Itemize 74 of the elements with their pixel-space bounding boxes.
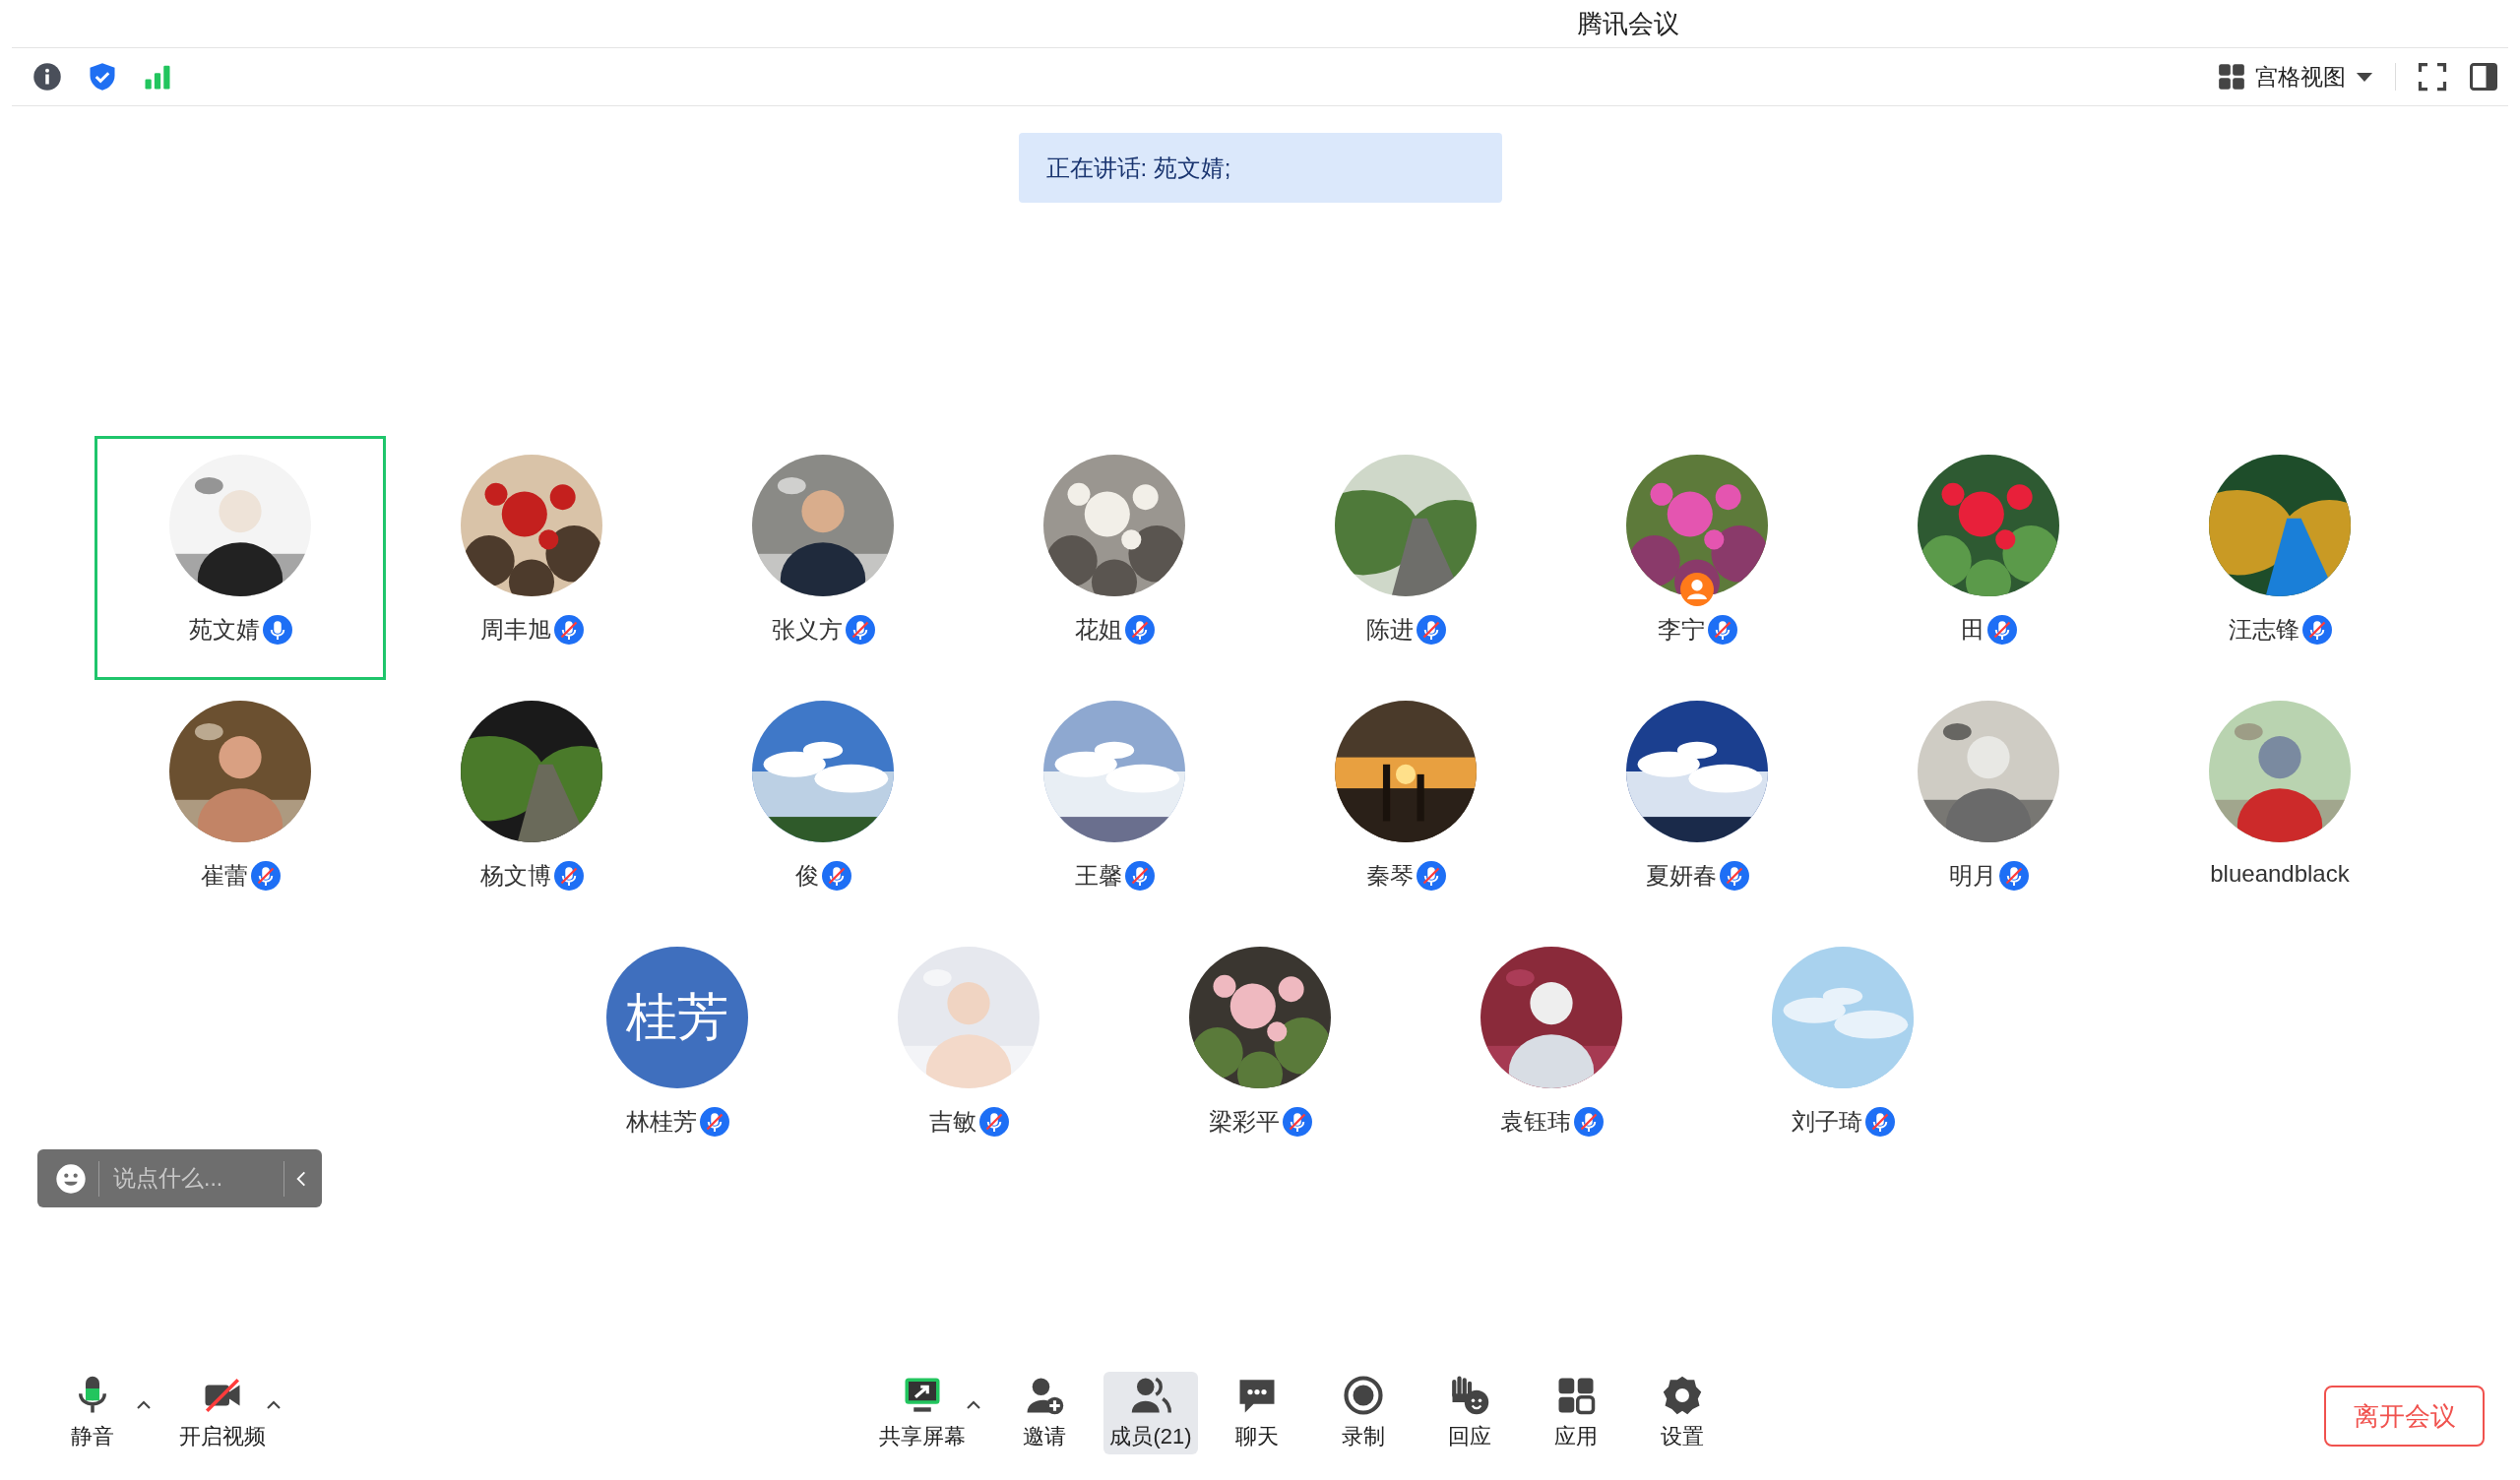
participant-tile[interactable]: 秦琴 bbox=[1260, 682, 1551, 926]
participant-name: 周丰旭 bbox=[479, 615, 551, 645]
speaking-banner: 正在讲话: 苑文婧; bbox=[1018, 133, 1502, 203]
participant-name: 林桂芳 bbox=[625, 1107, 697, 1137]
participant-tile[interactable]: 俊 bbox=[677, 682, 969, 926]
participant-name: 花姐 bbox=[1074, 615, 1122, 645]
participant-tile[interactable]: 汪志锋 bbox=[2134, 436, 2426, 680]
participant-tile[interactable]: 陈进 bbox=[1260, 436, 1551, 680]
toolbar-button[interactable]: 应用 bbox=[1529, 1372, 1623, 1454]
collapse-icon[interactable] bbox=[296, 1169, 306, 1188]
participant-tile[interactable]: 杨文博 bbox=[386, 682, 677, 926]
toolbar-button[interactable]: 录制 bbox=[1316, 1372, 1411, 1454]
participant-tile[interactable]: 苑文婧 bbox=[94, 436, 386, 680]
participant-tile[interactable]: blueandblack bbox=[2134, 682, 2426, 926]
toolbar-button[interactable]: 回应 bbox=[1422, 1372, 1517, 1454]
chat-bar[interactable]: 说点什么... bbox=[37, 1149, 322, 1207]
emoji-icon[interactable] bbox=[55, 1162, 87, 1195]
info-icon[interactable] bbox=[32, 62, 62, 92]
participant-name: 刘子琦 bbox=[1791, 1107, 1862, 1137]
participant-tile[interactable]: 张义方 bbox=[677, 436, 969, 680]
participant-name: 袁钰玮 bbox=[1499, 1107, 1571, 1137]
participant-name: 李宁 bbox=[1657, 615, 1705, 645]
participant-tile[interactable]: 田 bbox=[1843, 436, 2134, 680]
participant-name: 杨文博 bbox=[479, 861, 551, 891]
participant-tile[interactable]: 王馨 bbox=[969, 682, 1260, 926]
caret-icon bbox=[2356, 71, 2373, 83]
participant-name: blueandblack bbox=[2210, 860, 2350, 888]
participant-name: 吉敏 bbox=[928, 1107, 976, 1137]
participant-tile[interactable]: 李宁 bbox=[1551, 436, 1843, 680]
toolbar-button[interactable]: 共享屏幕 bbox=[875, 1372, 985, 1454]
participant-tile[interactable]: 周丰旭 bbox=[386, 436, 677, 680]
hand-icon bbox=[1449, 1375, 1490, 1416]
people-icon bbox=[1130, 1375, 1171, 1416]
settings-icon bbox=[1662, 1375, 1703, 1416]
window-title: 腾讯会议 bbox=[1577, 7, 1679, 40]
participant-tile[interactable]: 梁彩平 bbox=[1114, 928, 1406, 1172]
participant-name: 苑文婧 bbox=[188, 615, 260, 645]
caret-icon[interactable] bbox=[266, 1400, 282, 1410]
participant-tile[interactable]: 明月 bbox=[1843, 682, 2134, 926]
participant-tile[interactable]: 崔蕾 bbox=[94, 682, 386, 926]
participant-name: 张义方 bbox=[771, 615, 843, 645]
toolbar-button[interactable]: 聊天 bbox=[1210, 1372, 1304, 1454]
participant-tile[interactable]: 袁钰玮 bbox=[1406, 928, 1697, 1172]
caret-icon[interactable] bbox=[966, 1400, 981, 1410]
participant-name: 王馨 bbox=[1074, 861, 1122, 891]
chat-input-field[interactable]: 说点什么... bbox=[111, 1164, 272, 1193]
participant-name: 崔蕾 bbox=[200, 861, 248, 891]
grid-view-button[interactable]: 宫格视图 bbox=[2218, 61, 2373, 92]
toolbar-button[interactable]: 静音 bbox=[45, 1372, 156, 1454]
shield-icon[interactable] bbox=[88, 62, 117, 92]
participant-name: 明月 bbox=[1948, 861, 1996, 891]
participant-name: 汪志锋 bbox=[2228, 615, 2300, 645]
fullscreen-icon[interactable] bbox=[2418, 62, 2447, 92]
participant-tile[interactable]: 刘子琦 bbox=[1697, 928, 1988, 1172]
toolbar-button[interactable]: 邀请 bbox=[997, 1372, 1092, 1454]
sidebar-icon[interactable] bbox=[2469, 62, 2498, 92]
participant-tile[interactable]: 花姐 bbox=[969, 436, 1260, 680]
record-icon bbox=[1343, 1375, 1384, 1416]
toolbar-button[interactable]: 设置 bbox=[1635, 1372, 1730, 1454]
participant-name: 夏妍春 bbox=[1645, 861, 1717, 891]
initials-avatar: 桂芳 bbox=[606, 947, 748, 1088]
participant-tile[interactable]: 桂芳 林桂芳 bbox=[532, 928, 823, 1172]
participant-tile[interactable]: 吉敏 bbox=[823, 928, 1114, 1172]
participant-name: 陈进 bbox=[1365, 615, 1414, 645]
toolbar-button[interactable]: 成员(21) bbox=[1103, 1372, 1198, 1454]
participant-name: 田 bbox=[1960, 615, 1984, 645]
participant-name: 秦琴 bbox=[1365, 861, 1414, 891]
participant-name: 俊 bbox=[794, 861, 819, 891]
participant-tile[interactable]: 夏妍春 bbox=[1551, 682, 1843, 926]
caret-icon[interactable] bbox=[136, 1400, 152, 1410]
host-badge-icon bbox=[1680, 573, 1714, 606]
grid-icon bbox=[2218, 63, 2245, 91]
participant-name: 梁彩平 bbox=[1208, 1107, 1280, 1137]
toolbar-button[interactable]: 开启视频 bbox=[175, 1372, 285, 1454]
